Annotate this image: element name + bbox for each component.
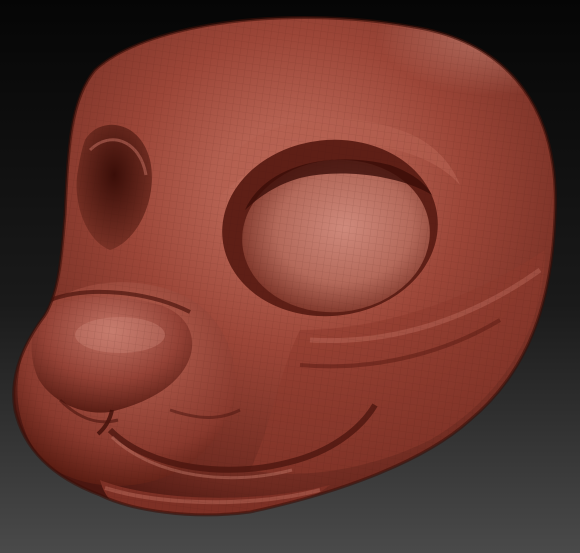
sculpt-viewport[interactable] [0,0,580,553]
sculpt-canvas[interactable] [0,0,580,553]
